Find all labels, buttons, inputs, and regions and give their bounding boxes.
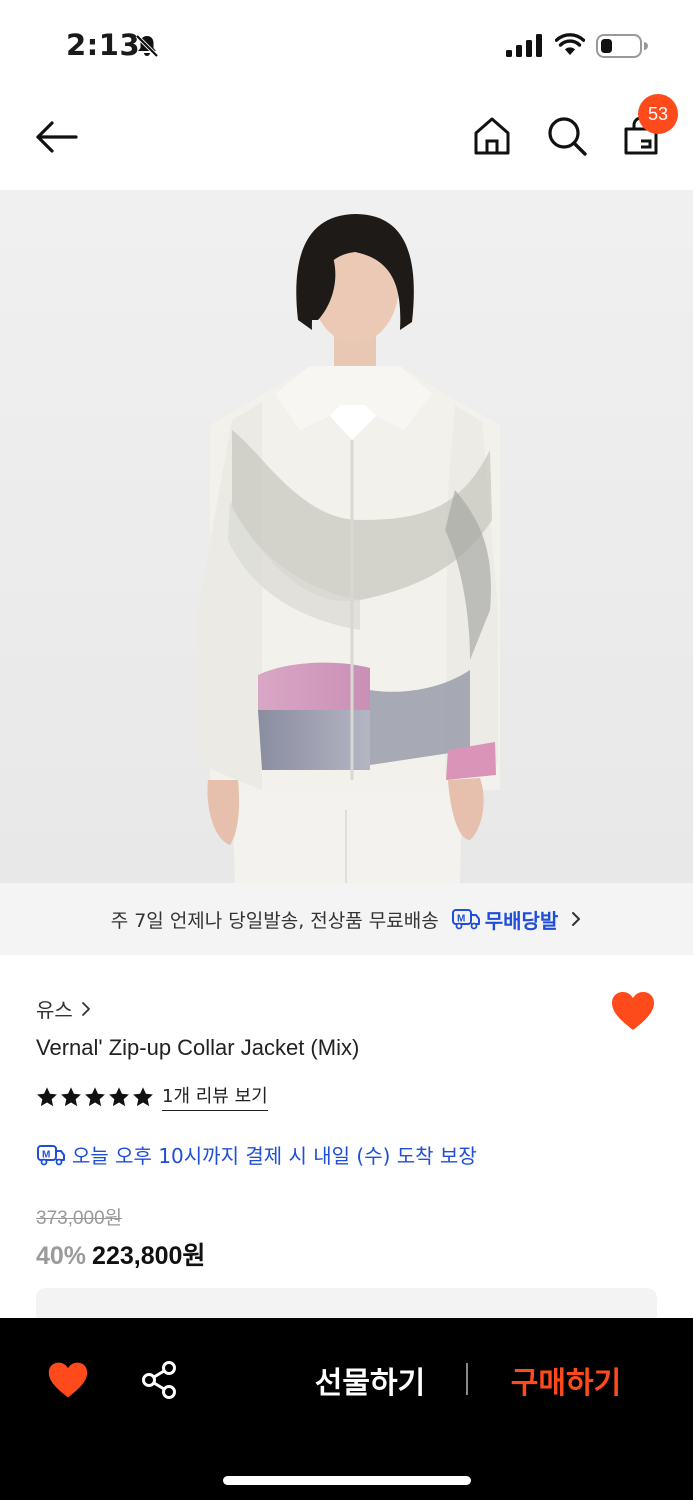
cart-count-badge: 53 [638,94,678,134]
back-arrow-icon[interactable] [34,117,80,157]
rating-stars [36,1086,154,1108]
delivery-brand-label: 무배당발 [484,908,559,933]
star-icon [133,1086,153,1106]
product-photo[interactable] [0,190,693,883]
original-price: 373,000원 [36,1208,123,1229]
cellular-signal-icon [506,34,542,57]
star-icon [61,1086,81,1106]
delivery-truck-icon: M [37,1144,65,1165]
delivery-truck-icon: M [451,909,480,930]
gift-button[interactable]: 선물하기 [270,1358,470,1402]
discount-rate: 40% [36,1242,87,1270]
chevron-right-icon [572,912,581,926]
home-icon[interactable] [472,115,512,157]
battery-icon [596,34,648,58]
status-bar: 2:13 [0,0,693,90]
price-row: 40% 223,800원 [36,1236,205,1272]
home-indicator[interactable] [223,1476,471,1485]
product-name: Vernal' Zip-up Collar Jacket (Mix) [36,1035,360,1060]
wishlist-heart-icon[interactable] [47,1360,89,1400]
review-link[interactable]: 1개 리뷰 보기 [162,1082,268,1111]
share-icon[interactable] [140,1360,178,1400]
product-rating: 1개 리뷰 보기 [36,1082,268,1111]
search-icon[interactable] [546,115,588,157]
sale-price: 223,800원 [92,1242,206,1270]
arrival-guarantee: M 오늘 오후 10시까지 결제 시 내일 (수) 도착 보장 [36,1140,477,1169]
delivery-banner-text: 주 7일 언제나 당일발송, 전상품 무료배송 [110,909,439,932]
brand-link[interactable]: 유스 [36,994,91,1023]
buy-button[interactable]: 구매하기 [468,1358,664,1402]
delivery-banner[interactable]: 주 7일 언제나 당일발송, 전상품 무료배송 M 무배당발 [0,883,693,955]
arrival-text: 오늘 오후 10시까지 결제 시 내일 (수) 도착 보장 [72,1144,477,1168]
chevron-right-icon [81,1001,90,1016]
bottom-action-bar: 선물하기 구매하기 [0,1318,693,1500]
home-indicator-area [0,1418,693,1500]
star-icon [85,1086,105,1106]
brand-name: 유스 [36,998,73,1022]
star-icon [37,1086,57,1106]
status-time: 2:13 [66,28,141,62]
wifi-icon [555,33,585,55]
wishlist-heart-icon[interactable] [610,990,656,1032]
bell-slash-icon [135,34,159,58]
star-icon [109,1086,129,1106]
product-photo-illustration [0,190,693,883]
top-nav-bar [0,95,693,185]
